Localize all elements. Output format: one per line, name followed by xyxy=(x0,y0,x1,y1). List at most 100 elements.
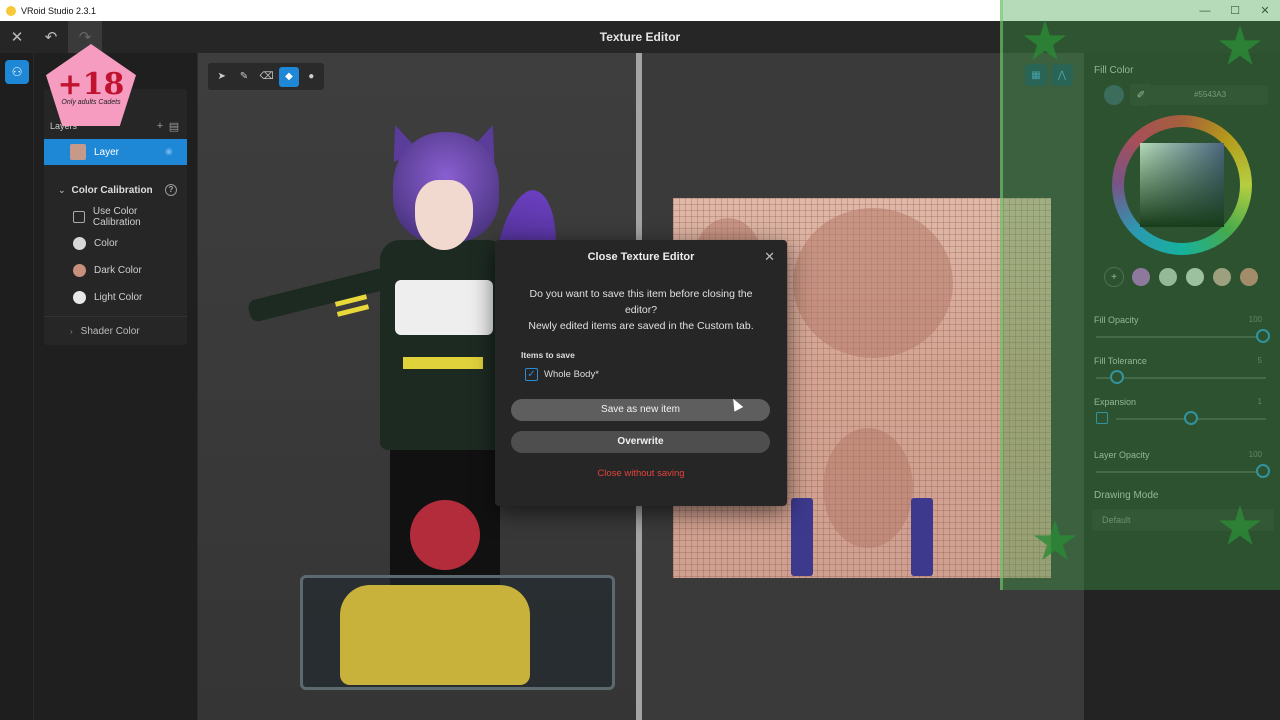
chevron-right-icon: › xyxy=(70,326,73,336)
page-title: Texture Editor xyxy=(599,30,681,44)
use-color-calibration-checkbox[interactable] xyxy=(73,210,85,223)
symmetry-toggle-button[interactable]: ⋀ xyxy=(1051,64,1073,86)
uv-region xyxy=(911,498,933,576)
close-editor-button[interactable]: ✕ xyxy=(0,21,34,53)
calibration-color-row[interactable]: Color xyxy=(44,230,187,257)
items-to-save-label: Items to save xyxy=(521,350,575,360)
info-icon[interactable]: ? xyxy=(165,184,177,196)
pen-tool-button[interactable]: ✎ xyxy=(234,67,253,87)
close-without-saving-button[interactable]: Close without saving xyxy=(495,468,787,479)
overwrite-button[interactable]: Overwrite xyxy=(511,431,770,453)
hex-color-field[interactable]: #5543A3 xyxy=(1152,85,1268,105)
dialog-message-line-2: Newly edited items are saved in the Cust… xyxy=(528,320,754,332)
overlay-character-head xyxy=(410,500,480,570)
layer-name: Layer xyxy=(94,146,120,158)
badge-caption: Only adults Cadets xyxy=(61,99,121,106)
fill-tolerance-label: Fill Tolerance xyxy=(1094,356,1147,366)
drawing-mode-select[interactable]: Default xyxy=(1092,509,1274,531)
layer-visibility-icon[interactable]: ◉ xyxy=(165,146,177,158)
left-icon-rail: ⚇ xyxy=(0,53,34,720)
avatar-face xyxy=(415,180,473,250)
color-calibration-header[interactable]: ⌄ Color Calibration ? xyxy=(44,177,187,203)
drawing-mode-label: Drawing Mode xyxy=(1094,490,1159,501)
preset-swatch[interactable] xyxy=(1213,268,1231,286)
dialog-title: Close Texture Editor xyxy=(587,251,695,263)
os-titlebar: VRoid Studio 2.3.1 — ☐ ✕ xyxy=(0,0,1280,21)
calibration-dark-color-row[interactable]: Dark Color xyxy=(44,257,187,284)
calibration-light-color-row[interactable]: Light Color xyxy=(44,284,187,311)
preset-swatch[interactable] xyxy=(1186,268,1204,286)
whole-body-label: Whole Body* xyxy=(544,369,599,380)
eraser-tool-button[interactable]: ⌫ xyxy=(257,67,276,87)
dropper-tool-button[interactable]: ● xyxy=(302,67,321,87)
preset-swatch[interactable] xyxy=(1132,268,1150,286)
saturation-value-picker[interactable] xyxy=(1140,143,1224,227)
expansion-knob[interactable] xyxy=(1184,411,1198,425)
undo-button[interactable]: ↶ xyxy=(34,21,68,53)
dark-color-swatch[interactable] xyxy=(73,264,86,277)
window-title: VRoid Studio 2.3.1 xyxy=(21,5,97,16)
fill-opacity-label: Fill Opacity xyxy=(1094,315,1139,325)
body-parts-tab-button[interactable]: ⚇ xyxy=(5,60,29,84)
tool-palette: ➤ ✎ ⌫ ◆ ● xyxy=(208,63,324,90)
fill-tolerance-value[interactable]: 5 xyxy=(1258,356,1262,365)
redo-icon: ↷ xyxy=(78,29,92,46)
expansion-label: Expansion xyxy=(1094,397,1137,407)
select-tool-button[interactable]: ➤ xyxy=(212,67,231,87)
grid-toggle-button[interactable]: ▦ xyxy=(1025,64,1047,86)
use-color-calibration-label: Use Color Calibration xyxy=(92,205,141,228)
maximize-button[interactable]: ☐ xyxy=(1220,0,1250,21)
eyedropper-button[interactable]: ✐ xyxy=(1130,84,1152,106)
avatar-shirt xyxy=(395,280,493,335)
use-color-calibration-row[interactable]: Use Color Calibration xyxy=(44,203,187,230)
dialog-close-button[interactable]: ✕ xyxy=(764,249,775,265)
preset-swatch[interactable] xyxy=(1159,268,1177,286)
whole-body-checkbox[interactable]: ✓ xyxy=(525,368,538,381)
expansion-checkbox[interactable] xyxy=(1096,412,1108,424)
overlay-character-body xyxy=(340,585,530,685)
layer-thumbnail xyxy=(70,144,86,160)
avatar-belt xyxy=(403,357,483,369)
light-color-label: Light Color xyxy=(94,292,143,303)
fill-opacity-value[interactable]: 100 xyxy=(1249,315,1262,324)
save-item-row[interactable]: ✓ Whole Body* xyxy=(525,368,599,381)
layer-item[interactable]: Layer ◉ xyxy=(44,139,187,165)
fill-tool-button[interactable]: ◆ xyxy=(279,66,299,87)
add-swatch-button[interactable]: + xyxy=(1104,267,1124,287)
color-calibration-section: ⌄ Color Calibration ? Use Color Calibrat… xyxy=(44,177,187,345)
color-swatch[interactable] xyxy=(73,237,86,250)
current-color-swatch[interactable] xyxy=(1104,85,1124,105)
layer-opacity-label: Layer Opacity xyxy=(1094,450,1150,460)
avatar-sleeve-stripe xyxy=(336,304,370,317)
layer-folder-button[interactable]: ▤ xyxy=(167,120,181,133)
badge-rating: +18 xyxy=(57,67,125,102)
uv-region xyxy=(823,428,913,548)
layer-opacity-value[interactable]: 100 xyxy=(1249,450,1262,459)
window-controls: — ☐ ✕ xyxy=(1190,0,1280,21)
chevron-down-icon: ⌄ xyxy=(58,184,66,195)
vroid-studio-window: VRoid Studio 2.3.1 — ☐ ✕ ✕ ↶ ↷ Texture E… xyxy=(0,0,1280,720)
avatar-arm-left xyxy=(246,265,398,323)
add-layer-button[interactable]: + xyxy=(153,120,167,132)
layers-panel: Layers + ▤ Layer ◉ ⌄ Color Calibration ?… xyxy=(34,53,198,720)
undo-icon: ↶ xyxy=(44,29,58,46)
preset-swatch[interactable] xyxy=(1240,268,1258,286)
color-label: Color xyxy=(94,238,118,249)
expansion-value[interactable]: 1 xyxy=(1258,397,1262,406)
light-color-swatch[interactable] xyxy=(73,291,86,304)
app-logo-icon xyxy=(6,5,16,16)
layer-opacity-knob[interactable] xyxy=(1256,464,1270,478)
person-icon: ⚇ xyxy=(11,65,23,79)
fill-tolerance-knob[interactable] xyxy=(1110,370,1124,384)
fill-opacity-knob[interactable] xyxy=(1256,329,1270,343)
property-panel: Fill Color ✐ #5543A3 + Fill Opacity 100 … xyxy=(1084,53,1280,720)
avatar-torso xyxy=(380,240,508,450)
shader-color-label: Shader Color xyxy=(80,325,140,337)
shader-color-header[interactable]: › Shader Color xyxy=(44,317,187,345)
overlay-character-art xyxy=(300,495,620,720)
uv-region xyxy=(791,498,813,576)
fill-opacity-slider[interactable] xyxy=(1096,336,1266,338)
close-window-button[interactable]: ✕ xyxy=(1250,0,1280,21)
layer-opacity-slider[interactable] xyxy=(1096,471,1266,473)
minimize-button[interactable]: — xyxy=(1190,0,1220,21)
